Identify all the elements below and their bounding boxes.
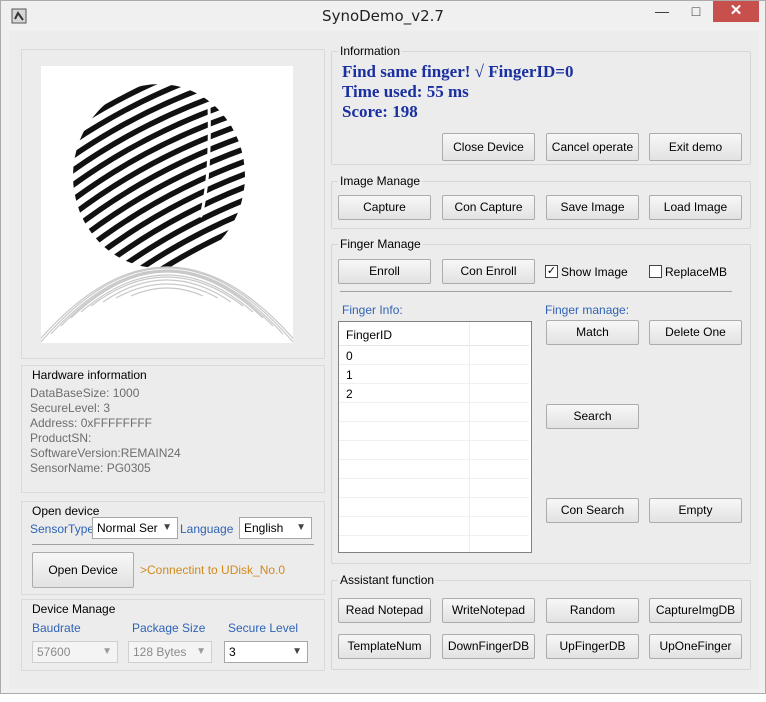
baudrate-label: Baudrate (32, 621, 81, 635)
close-icon[interactable]: ✕ (713, 1, 759, 22)
list-item (339, 517, 529, 536)
con-enroll-button[interactable]: Con Enroll (442, 259, 535, 284)
up-one-finger-button[interactable]: UpOneFinger (649, 634, 742, 659)
language-label: Language (180, 522, 234, 536)
image-manage-group: Image Manage Capture Con Capture Save Im… (331, 174, 751, 229)
open-device-button[interactable]: Open Device (32, 552, 134, 588)
hardware-line: SensorName: PG0305 (30, 461, 151, 475)
close-device-button[interactable]: Close Device (442, 133, 535, 161)
score-text: Score: 198 (342, 102, 418, 121)
capture-button[interactable]: Capture (338, 195, 431, 220)
down-finger-db-button[interactable]: DownFingerDB (442, 634, 535, 659)
delete-one-button[interactable]: Delete One (649, 320, 742, 345)
information-group: Information Find same finger! √ FingerID… (331, 44, 751, 165)
template-num-button[interactable]: TemplateNum (338, 634, 431, 659)
chevron-down-icon: ▼ (102, 646, 112, 657)
chevron-down-icon: ▼ (292, 646, 302, 657)
show-image-label: Show Image (561, 265, 628, 279)
read-notepad-button[interactable]: Read Notepad (338, 598, 431, 623)
maximize-icon[interactable]: □ (681, 1, 711, 23)
hardware-line: Address: 0xFFFFFFFF (30, 416, 153, 430)
chevron-down-icon: ▼ (296, 522, 306, 533)
image-manage-title: Image Manage (338, 174, 423, 188)
assistant-function-title: Assistant function (338, 573, 437, 587)
client-area: Hardware information DataBaseSize: 1000 … (9, 31, 759, 689)
open-device-title: Open device (32, 504, 100, 518)
finger-manage-group: Finger Manage Enroll Con Enroll ✓ Show I… (331, 237, 751, 564)
list-item (339, 422, 529, 441)
cancel-operate-button[interactable]: Cancel operate (546, 133, 639, 161)
open-device-panel: Open device SensorType Normal Ser ▼ Langu… (21, 501, 325, 595)
finger-id-cell: 1 (346, 368, 353, 382)
package-size-label: Package Size (132, 621, 206, 635)
replace-mb-checkbox[interactable] (649, 265, 662, 278)
list-item[interactable]: 2 (339, 384, 529, 403)
load-image-button[interactable]: Load Image (649, 195, 742, 220)
hardware-line: DataBaseSize: 1000 (30, 386, 140, 400)
connection-status: >Connectint to UDisk_No.0 (140, 563, 286, 577)
divider (340, 291, 732, 292)
search-button[interactable]: Search (546, 404, 639, 429)
con-capture-button[interactable]: Con Capture (442, 195, 535, 220)
hardware-panel: Hardware information DataBaseSize: 1000 … (21, 365, 325, 493)
list-item (339, 441, 529, 460)
hardware-line: SecureLevel: 3 (30, 401, 111, 415)
divider (32, 544, 314, 545)
sensor-type-select[interactable]: Normal Ser ▼ (92, 517, 178, 539)
device-manage-title: Device Manage (32, 602, 116, 616)
save-image-button[interactable]: Save Image (546, 195, 639, 220)
finger-id-list[interactable]: FingerID 0 1 2 (338, 321, 532, 553)
list-item[interactable]: 0 (339, 346, 529, 365)
random-button[interactable]: Random (546, 598, 639, 623)
time-used-text: Time used: 55 ms (342, 82, 469, 101)
con-search-button[interactable]: Con Search (546, 498, 639, 523)
package-size-select[interactable]: 128 Bytes ▼ (128, 641, 212, 663)
hardware-line: ProductSN: (30, 431, 92, 445)
up-finger-db-button[interactable]: UpFingerDB (546, 634, 639, 659)
sensor-type-label: SensorType (30, 522, 95, 536)
device-manage-panel: Device Manage Baudrate Package Size Secu… (21, 599, 325, 671)
chevron-down-icon: ▼ (196, 646, 206, 657)
minimize-icon[interactable]: — (647, 1, 677, 23)
finger-id-cell: 0 (346, 349, 353, 363)
title-bar[interactable]: SynoDemo_v2.7 — □ ✕ (1, 1, 765, 31)
chevron-down-icon: ▼ (162, 522, 172, 533)
hardware-line: SoftwareVersion:REMAIN24 (30, 446, 181, 460)
finger-id-cell: 2 (346, 387, 353, 401)
match-result-text: Find same finger! √ FingerID=0 (342, 62, 574, 81)
replace-mb-label: ReplaceMB (665, 265, 728, 279)
secure-level-label: Secure Level (228, 621, 299, 635)
list-item (339, 403, 529, 422)
show-image-checkbox[interactable]: ✓ (545, 265, 558, 278)
match-button[interactable]: Match (546, 320, 639, 345)
enroll-button[interactable]: Enroll (338, 259, 431, 284)
baudrate-select[interactable]: 57600 ▼ (32, 641, 118, 663)
list-item (339, 460, 529, 479)
finger-manage-title: Finger Manage (338, 237, 423, 251)
secure-level-select[interactable]: 3 ▼ (224, 641, 308, 663)
capture-img-db-button[interactable]: CaptureImgDB (649, 598, 742, 623)
finger-id-column-header[interactable]: FingerID (346, 328, 392, 342)
exit-demo-button[interactable]: Exit demo (649, 133, 742, 161)
write-notepad-button[interactable]: WriteNotepad (442, 598, 535, 623)
language-select[interactable]: English ▼ (239, 517, 312, 539)
fingerprint-image (41, 66, 293, 343)
finger-info-label: Finger Info: (342, 303, 403, 317)
list-item (339, 498, 529, 517)
fingerprint-panel (21, 49, 325, 359)
app-window: SynoDemo_v2.7 — □ ✕ Hardware information… (0, 0, 766, 694)
list-item[interactable]: 1 (339, 365, 529, 384)
assistant-function-group: Assistant function Read Notepad WriteNot… (331, 573, 751, 670)
finger-manage-label: Finger manage: (545, 303, 630, 317)
information-title: Information (338, 44, 403, 58)
list-header: FingerID (339, 322, 529, 346)
empty-button[interactable]: Empty (649, 498, 742, 523)
list-item (339, 479, 529, 498)
hardware-title: Hardware information (32, 368, 147, 382)
